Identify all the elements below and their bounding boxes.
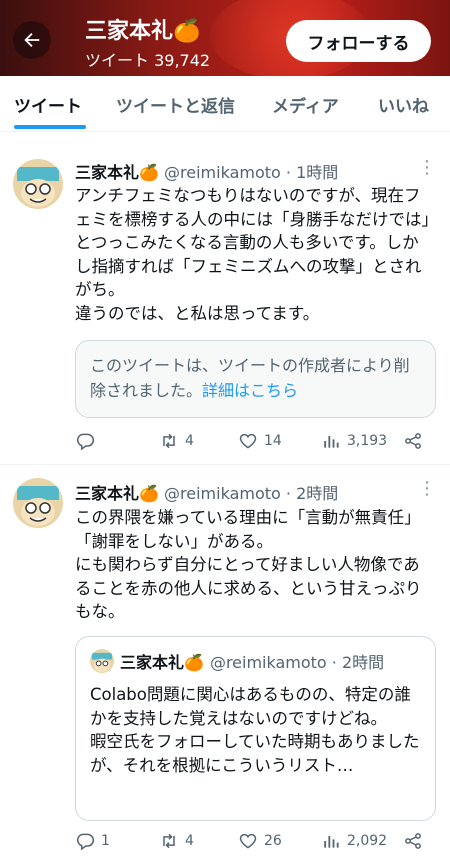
tab-tweets[interactable]: ツイート — [14, 92, 82, 117]
active-tab-indicator — [14, 125, 86, 129]
follow-button[interactable]: フォローする — [286, 20, 431, 62]
deleted-quote-text: このツイートは、ツイートの作成者により削除されました。詳細はこちら — [90, 356, 410, 400]
like-button[interactable]: 14 — [238, 431, 282, 451]
quoted-author-name: 三家本礼🍊 — [120, 653, 204, 672]
author-name[interactable]: 三家本礼🍊 — [75, 484, 159, 503]
share-icon — [405, 433, 421, 449]
tab-media[interactable]: メディア — [272, 92, 339, 117]
retweet-icon — [163, 433, 175, 449]
quoted-tweet[interactable]: 三家本礼🍊 @reimikamoto · 2時間 Colabo問題に関心はあるも… — [75, 636, 436, 821]
tab-tweets-and-replies[interactable]: ツイートと返信 — [116, 92, 235, 117]
more-icon[interactable]: ⋮ — [418, 478, 436, 499]
tab-likes[interactable]: いいね — [378, 92, 429, 117]
reply-icon — [77, 433, 95, 451]
profile-tabs: ツイート ツイートと返信 メディア いいね — [0, 76, 450, 132]
views-button[interactable]: 2,092 — [321, 831, 387, 851]
like-count: 14 — [264, 433, 282, 449]
quoted-author-handle-time: @reimikamoto · 2時間 — [209, 653, 385, 672]
quoted-tweet-text: Colabo問題に関心はあるものの、特定の誰かを支持した覚えはないのですけどね。… — [90, 685, 420, 775]
retweet-icon — [163, 833, 175, 849]
tweet[interactable]: 三家本礼🍊 @reimikamoto · 1時間 ⋮ アンチフェミなつもりはない… — [0, 145, 450, 465]
tweet-text: アンチフェミなつもりはないのですが、現在フェミを標榜する人の中には「身勝手なだけ… — [75, 186, 430, 323]
retweet-button[interactable]: 4 — [159, 831, 194, 851]
author-handle-time[interactable]: @reimikamoto · 1時間 — [164, 163, 338, 182]
author-handle-time[interactable]: @reimikamoto · 2時間 — [164, 484, 338, 503]
reply-count: 1 — [101, 833, 110, 849]
retweet-count: 4 — [185, 433, 194, 449]
quoted-tweet-header: 三家本礼🍊 @reimikamoto · 2時間 — [90, 649, 384, 673]
deleted-quote-box[interactable]: このツイートは、ツイートの作成者により削除されました。詳細はこちら — [75, 340, 436, 418]
tweet-actions: 4 14 3,193 — [75, 431, 435, 455]
views-count: 3,193 — [347, 433, 388, 449]
like-count: 26 — [264, 833, 282, 849]
views-icon — [324, 836, 339, 848]
retweet-count: 4 — [185, 833, 194, 849]
like-button[interactable]: 26 — [238, 831, 282, 851]
tweet-header: 三家本礼🍊 @reimikamoto · 2時間 — [75, 480, 338, 504]
details-link[interactable]: 詳細はこちら — [202, 381, 298, 400]
avatar[interactable] — [13, 478, 63, 528]
tweet-count: ツイート 39,742 — [85, 51, 211, 70]
quoted-avatar — [90, 649, 114, 673]
reply-icon — [77, 833, 95, 851]
views-count: 2,092 — [347, 833, 388, 849]
views-button[interactable]: 3,193 — [321, 431, 387, 451]
like-icon — [239, 833, 257, 849]
back-button[interactable] — [13, 21, 51, 59]
back-arrow-icon — [24, 32, 40, 48]
avatar[interactable] — [13, 159, 63, 209]
author-name[interactable]: 三家本礼🍊 — [75, 163, 159, 182]
like-icon — [239, 433, 257, 449]
tweet-text: この界隈を嫌っている理由に「言動が無責任」「謝罪をしない」がある。 にも関わらず… — [75, 508, 422, 621]
reply-button[interactable] — [75, 431, 95, 451]
share-button[interactable] — [403, 831, 423, 851]
reply-button[interactable]: 1 — [75, 831, 110, 851]
tweet-header: 三家本礼🍊 @reimikamoto · 1時間 — [75, 159, 338, 183]
more-icon[interactable]: ⋮ — [418, 157, 436, 178]
tweet[interactable]: 三家本礼🍊 @reimikamoto · 2時間 ⋮ この界隈を嫌っている理由に… — [0, 466, 450, 863]
retweet-button[interactable]: 4 — [159, 431, 194, 451]
share-button[interactable] — [403, 431, 423, 451]
profile-name: 三家本礼🍊 — [85, 19, 201, 44]
tweet-actions: 1 4 26 2,092 — [75, 831, 435, 855]
share-icon — [405, 833, 421, 849]
profile-header: 三家本礼🍊 ツイート 39,742 フォローする — [0, 0, 450, 76]
views-icon — [324, 436, 339, 448]
